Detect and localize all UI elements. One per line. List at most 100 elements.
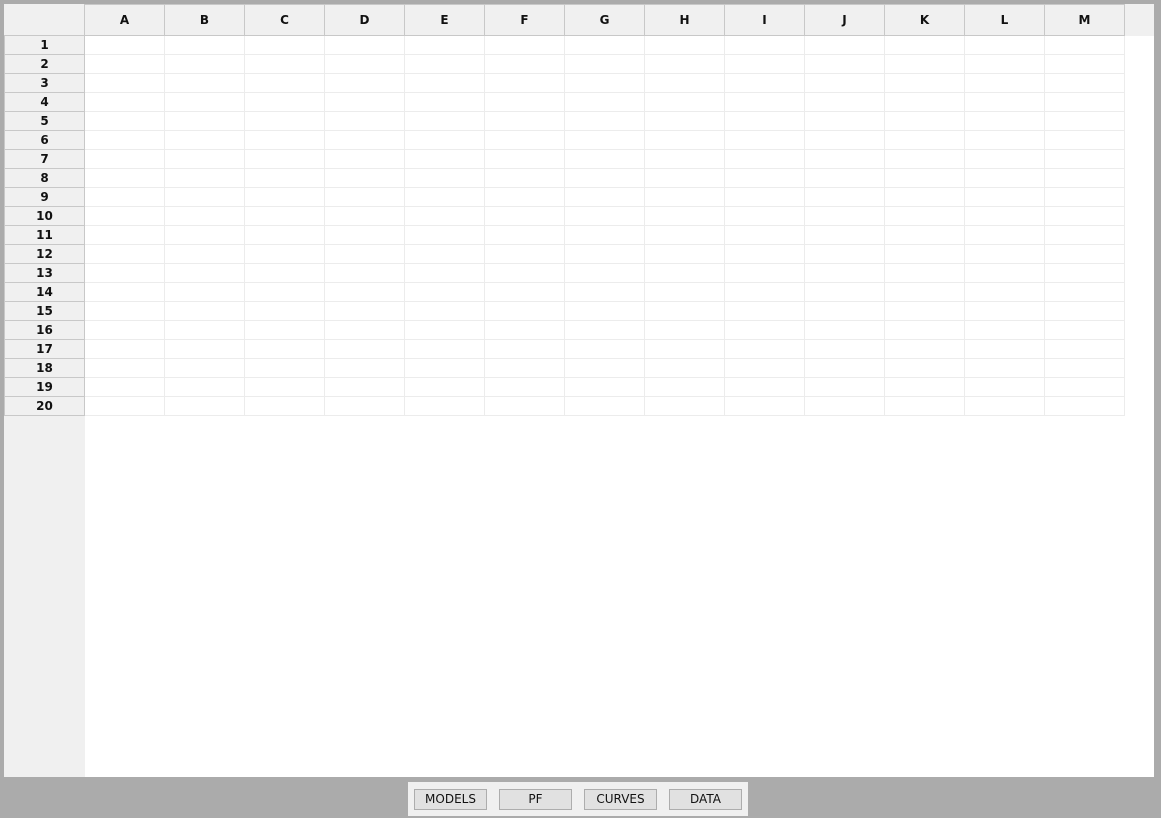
cell-l16[interactable] <box>965 321 1045 340</box>
cell-c10[interactable] <box>245 207 325 226</box>
cell-l1[interactable] <box>965 36 1045 55</box>
cell-e14[interactable] <box>405 283 485 302</box>
cell-l17[interactable] <box>965 340 1045 359</box>
row-header-8[interactable]: 8 <box>4 169 85 188</box>
cell-g2[interactable] <box>565 55 645 74</box>
cell-m17[interactable] <box>1045 340 1125 359</box>
cell-d11[interactable] <box>325 226 405 245</box>
cell-b17[interactable] <box>165 340 245 359</box>
cell-a19[interactable] <box>85 378 165 397</box>
cell-m7[interactable] <box>1045 150 1125 169</box>
cell-d15[interactable] <box>325 302 405 321</box>
cell-l14[interactable] <box>965 283 1045 302</box>
cell-h10[interactable] <box>645 207 725 226</box>
cell-g5[interactable] <box>565 112 645 131</box>
cell-a17[interactable] <box>85 340 165 359</box>
column-header-g[interactable]: G <box>565 4 645 36</box>
cell-e20[interactable] <box>405 397 485 416</box>
cell-m3[interactable] <box>1045 74 1125 93</box>
cell-j1[interactable] <box>805 36 885 55</box>
cell-e17[interactable] <box>405 340 485 359</box>
cell-b19[interactable] <box>165 378 245 397</box>
cell-f1[interactable] <box>485 36 565 55</box>
column-header-c[interactable]: C <box>245 4 325 36</box>
cell-c5[interactable] <box>245 112 325 131</box>
column-header-b[interactable]: B <box>165 4 245 36</box>
cell-i2[interactable] <box>725 55 805 74</box>
cell-g20[interactable] <box>565 397 645 416</box>
cell-f14[interactable] <box>485 283 565 302</box>
row-header-1[interactable]: 1 <box>4 36 85 55</box>
cell-l10[interactable] <box>965 207 1045 226</box>
cell-b6[interactable] <box>165 131 245 150</box>
row-header-9[interactable]: 9 <box>4 188 85 207</box>
cell-g7[interactable] <box>565 150 645 169</box>
cell-b10[interactable] <box>165 207 245 226</box>
cell-a14[interactable] <box>85 283 165 302</box>
cell-d1[interactable] <box>325 36 405 55</box>
cell-i10[interactable] <box>725 207 805 226</box>
column-header-a[interactable]: A <box>85 4 165 36</box>
row-header-3[interactable]: 3 <box>4 74 85 93</box>
cell-j18[interactable] <box>805 359 885 378</box>
row-header-19[interactable]: 19 <box>4 378 85 397</box>
cell-h3[interactable] <box>645 74 725 93</box>
cell-j16[interactable] <box>805 321 885 340</box>
cell-k6[interactable] <box>885 131 965 150</box>
cell-c9[interactable] <box>245 188 325 207</box>
cell-e15[interactable] <box>405 302 485 321</box>
cell-j10[interactable] <box>805 207 885 226</box>
cell-i19[interactable] <box>725 378 805 397</box>
cell-a18[interactable] <box>85 359 165 378</box>
cell-g17[interactable] <box>565 340 645 359</box>
cell-e1[interactable] <box>405 36 485 55</box>
cell-i7[interactable] <box>725 150 805 169</box>
cell-h16[interactable] <box>645 321 725 340</box>
cell-k5[interactable] <box>885 112 965 131</box>
cell-b4[interactable] <box>165 93 245 112</box>
cell-h6[interactable] <box>645 131 725 150</box>
cell-m8[interactable] <box>1045 169 1125 188</box>
cell-f13[interactable] <box>485 264 565 283</box>
cell-e3[interactable] <box>405 74 485 93</box>
cell-k14[interactable] <box>885 283 965 302</box>
cell-h8[interactable] <box>645 169 725 188</box>
cell-l6[interactable] <box>965 131 1045 150</box>
cell-h12[interactable] <box>645 245 725 264</box>
cell-c19[interactable] <box>245 378 325 397</box>
cell-m18[interactable] <box>1045 359 1125 378</box>
cell-j15[interactable] <box>805 302 885 321</box>
cell-m9[interactable] <box>1045 188 1125 207</box>
cell-k1[interactable] <box>885 36 965 55</box>
cell-c17[interactable] <box>245 340 325 359</box>
cell-f18[interactable] <box>485 359 565 378</box>
cell-i18[interactable] <box>725 359 805 378</box>
cell-j12[interactable] <box>805 245 885 264</box>
cell-d14[interactable] <box>325 283 405 302</box>
cell-a11[interactable] <box>85 226 165 245</box>
cell-h14[interactable] <box>645 283 725 302</box>
cell-m2[interactable] <box>1045 55 1125 74</box>
cell-c3[interactable] <box>245 74 325 93</box>
column-header-e[interactable]: E <box>405 4 485 36</box>
row-header-20[interactable]: 20 <box>4 397 85 416</box>
row-header-4[interactable]: 4 <box>4 93 85 112</box>
cell-i12[interactable] <box>725 245 805 264</box>
cell-l9[interactable] <box>965 188 1045 207</box>
sheet-tab-models[interactable]: MODELS <box>414 788 487 810</box>
cell-f8[interactable] <box>485 169 565 188</box>
cell-d16[interactable] <box>325 321 405 340</box>
column-header-i[interactable]: I <box>725 4 805 36</box>
cell-f17[interactable] <box>485 340 565 359</box>
cell-e18[interactable] <box>405 359 485 378</box>
cell-j3[interactable] <box>805 74 885 93</box>
cell-b7[interactable] <box>165 150 245 169</box>
cell-g12[interactable] <box>565 245 645 264</box>
cell-a9[interactable] <box>85 188 165 207</box>
cell-g10[interactable] <box>565 207 645 226</box>
cell-k17[interactable] <box>885 340 965 359</box>
cell-f5[interactable] <box>485 112 565 131</box>
cell-l2[interactable] <box>965 55 1045 74</box>
cell-f9[interactable] <box>485 188 565 207</box>
cell-l5[interactable] <box>965 112 1045 131</box>
